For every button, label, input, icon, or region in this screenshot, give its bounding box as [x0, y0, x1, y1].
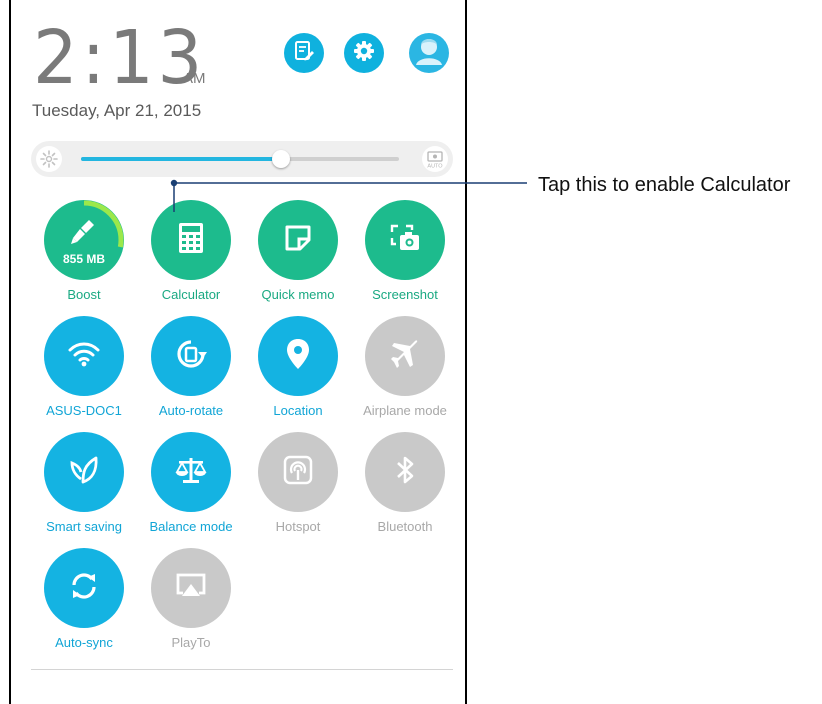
callout-text: Tap this to enable Calculator [538, 174, 791, 196]
callout-connector [170, 179, 527, 212]
